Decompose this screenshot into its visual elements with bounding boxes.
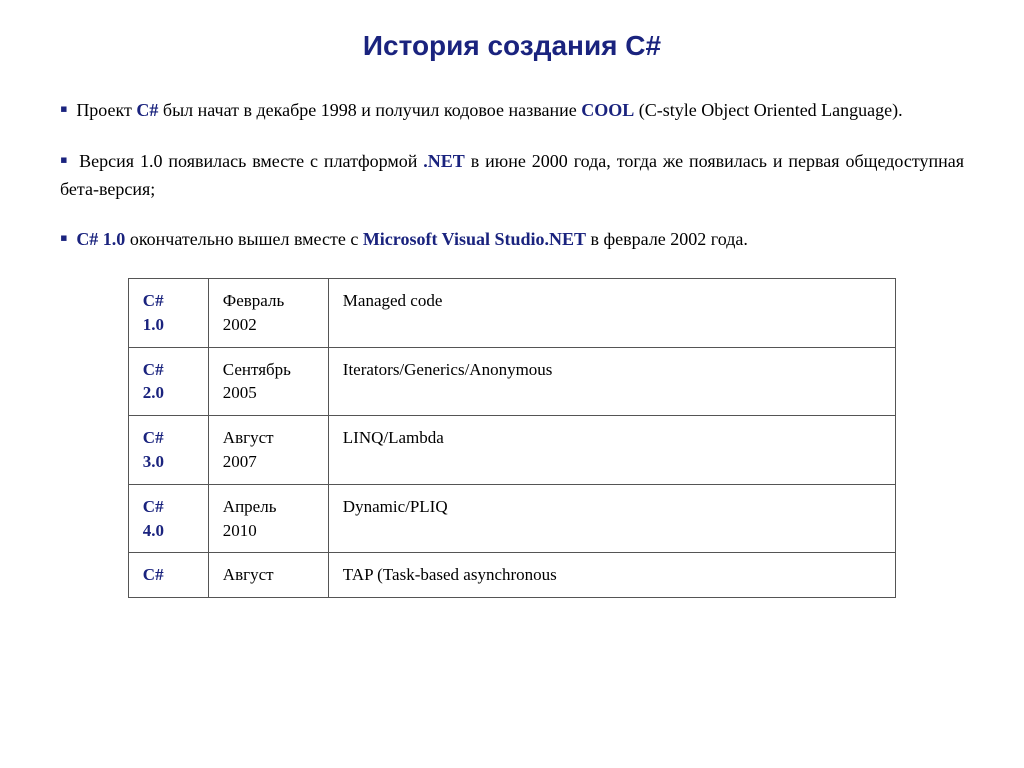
version-label: C# bbox=[143, 565, 164, 584]
version-cell: C# bbox=[128, 553, 208, 598]
table-row: C#2.0 Сентябрь2005 Iterators/Generics/An… bbox=[128, 347, 895, 416]
date-cell: Февраль2002 bbox=[208, 279, 328, 348]
dotnet-ref: .NET bbox=[423, 151, 465, 171]
table-row: C# Август TAP (Task-based asynchronous bbox=[128, 553, 895, 598]
versions-table: C#1.0 Февраль2002 Managed code C#2.0 Сен… bbox=[128, 278, 896, 598]
date-cell: Август bbox=[208, 553, 328, 598]
csharp-ref-1: C# bbox=[136, 100, 158, 120]
versions-table-container: C#1.0 Февраль2002 Managed code C#2.0 Сен… bbox=[60, 278, 964, 598]
feature-cell: LINQ/Lambda bbox=[328, 416, 895, 485]
version-cell: C#2.0 bbox=[128, 347, 208, 416]
date-cell: Август2007 bbox=[208, 416, 328, 485]
version-label: C#1.0 bbox=[143, 291, 164, 334]
bullet-3-text: C# 1.0 окончательно вышел вместе с Micro… bbox=[76, 229, 748, 249]
feature-cell: Iterators/Generics/Anonymous bbox=[328, 347, 895, 416]
csharp-10-ref: C# 1.0 bbox=[76, 229, 125, 249]
date-cell: Апрель2010 bbox=[208, 484, 328, 553]
version-label: C#4.0 bbox=[143, 497, 164, 540]
table-row: C#3.0 Август2007 LINQ/Lambda bbox=[128, 416, 895, 485]
bullet-1-text: Проект C# был начат в декабре 1998 и пол… bbox=[76, 100, 902, 120]
bullet-2: Версия 1.0 появилась вместе с платформой… bbox=[60, 143, 964, 203]
table-row: C#1.0 Февраль2002 Managed code bbox=[128, 279, 895, 348]
feature-cell: TAP (Task-based asynchronous bbox=[328, 553, 895, 598]
version-cell: C#4.0 bbox=[128, 484, 208, 553]
table-row: C#4.0 Апрель2010 Dynamic/PLIQ bbox=[128, 484, 895, 553]
date-cell: Сентябрь2005 bbox=[208, 347, 328, 416]
feature-cell: Managed code bbox=[328, 279, 895, 348]
cool-ref: COOL bbox=[581, 100, 634, 120]
version-label: C#3.0 bbox=[143, 428, 164, 471]
version-label: C#2.0 bbox=[143, 360, 164, 403]
version-cell: C#3.0 bbox=[128, 416, 208, 485]
version-cell: C#1.0 bbox=[128, 279, 208, 348]
page-title: История создания C# bbox=[60, 30, 964, 62]
vs-net-ref: Microsoft Visual Studio.NET bbox=[363, 229, 586, 249]
bullet-3: C# 1.0 окончательно вышел вместе с Micro… bbox=[60, 221, 964, 254]
bullet-2-text: Версия 1.0 появилась вместе с платформой… bbox=[60, 151, 964, 199]
bullet-1: Проект C# был начат в декабре 1998 и пол… bbox=[60, 92, 964, 125]
feature-cell: Dynamic/PLIQ bbox=[328, 484, 895, 553]
